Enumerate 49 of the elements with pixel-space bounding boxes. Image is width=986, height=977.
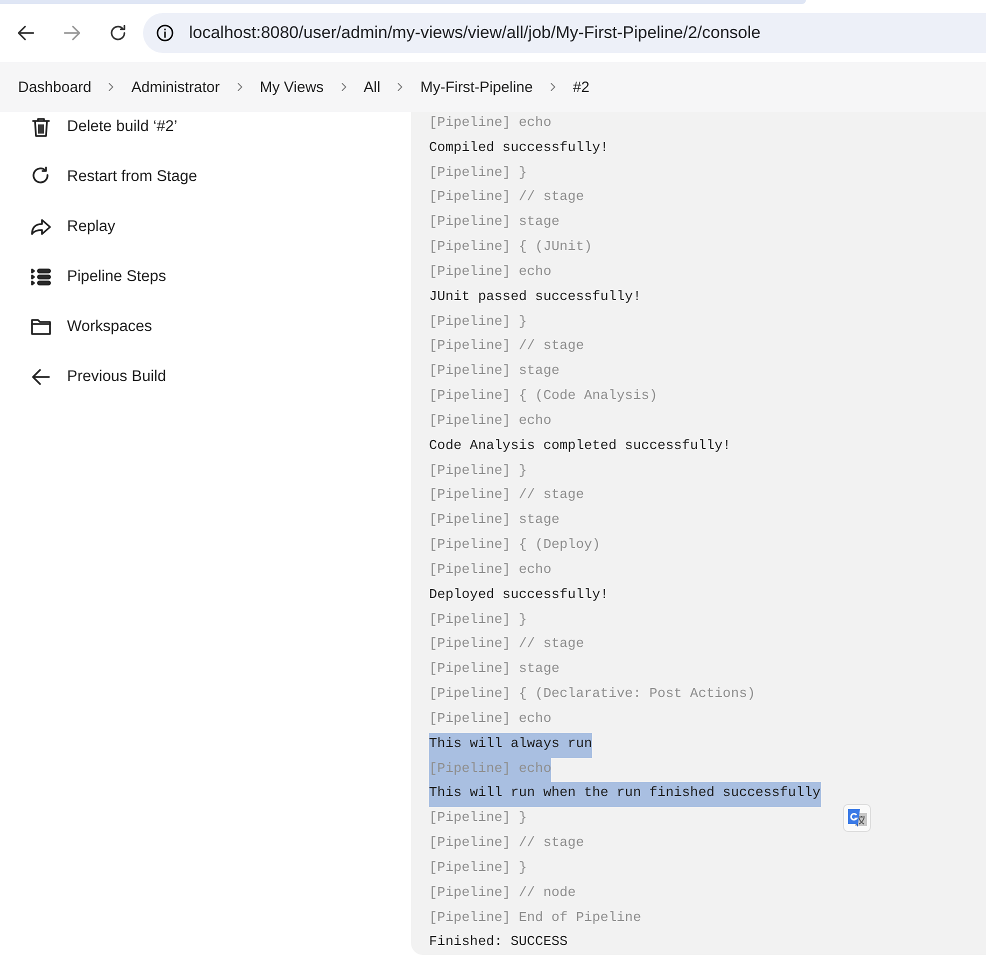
- breadcrumb-link[interactable]: My-First-Pipeline: [420, 78, 533, 96]
- pipeline-log-line: [Pipeline] { (Declarative: Post Actions): [429, 686, 756, 704]
- pipeline-log-line: [Pipeline] // stage: [429, 338, 584, 356]
- sidebar-item[interactable]: Previous Build: [0, 363, 166, 391]
- sidebar-item[interactable]: Replay: [0, 213, 116, 241]
- pipeline-log-line: [Pipeline] stage: [429, 363, 560, 382]
- pipeline-log-line: [Pipeline] // stage: [429, 487, 584, 506]
- sidebar-item[interactable]: Delete build ‘#2’: [0, 113, 178, 141]
- pipeline-log-line: [Pipeline] }: [429, 810, 527, 828]
- log-line: Code Analysis completed successfully!: [429, 438, 731, 456]
- pipeline-log-line: [Pipeline] echo: [429, 562, 552, 580]
- pipeline-log-line: [Pipeline] End of Pipeline: [429, 910, 642, 928]
- log-line: Deployed successfully!: [429, 586, 608, 605]
- breadcrumb-link[interactable]: Dashboard: [18, 78, 92, 96]
- trash-icon: [29, 115, 53, 139]
- pipeline-log-line: [Pipeline] // node: [429, 884, 576, 903]
- url-text: localhost:8080/user/admin/my-views/view/all/job/My-First-Pipeline/2/console: [189, 23, 761, 43]
- pipeline-log-line: [Pipeline] }: [429, 314, 527, 332]
- address-bar[interactable]: localhost:8080/user/admin/my-views/view/all/job/My-First-Pipeline/2/console: [143, 13, 986, 53]
- pipeline-log-line: [Pipeline] stage: [429, 661, 560, 680]
- breadcrumb-link[interactable]: All: [364, 78, 380, 96]
- pipeline-log-line: [Pipeline] }: [429, 462, 527, 481]
- breadcrumb-link[interactable]: Administrator: [131, 78, 220, 96]
- sidebar-item[interactable]: Pipeline Steps: [0, 263, 166, 291]
- log-line: Compiled successfully!: [429, 140, 608, 158]
- pipeline-log-line: [Pipeline] // stage: [429, 189, 584, 208]
- pipeline-log-line: [Pipeline] }: [429, 612, 527, 630]
- pipeline-log-line: [Pipeline] { (JUnit): [429, 239, 592, 258]
- pipeline-log-line: [Pipeline] stage: [429, 214, 560, 232]
- pipeline-log-line: [Pipeline] { (Code Analysis): [429, 388, 658, 406]
- breadcrumb-link[interactable]: My Views: [260, 78, 324, 96]
- pipeline-log-line: [Pipeline] }: [429, 164, 527, 183]
- translate-button[interactable]: [843, 804, 871, 832]
- translate-icon: [846, 807, 868, 829]
- pipeline-log-line: [Pipeline] echo: [429, 710, 552, 729]
- sidebar-item[interactable]: Restart from Stage: [0, 163, 198, 191]
- pipeline-log-line: [Pipeline] { (Deploy): [429, 537, 600, 556]
- sidebar-item[interactable]: Workspaces: [0, 313, 152, 341]
- log-line: Finished: SUCCESS: [429, 934, 568, 952]
- pipeline-log-line: [Pipeline] // stage: [429, 835, 584, 854]
- pipeline-log-line: [Pipeline] echo: [429, 115, 552, 133]
- pipeline-log-line: [Pipeline] echo: [429, 412, 552, 431]
- pipeline-log-line: [Pipeline] echo: [429, 264, 552, 282]
- pipeline-log-line: [Pipeline] }: [429, 860, 527, 878]
- pipeline-log-line: [Pipeline] // stage: [429, 636, 584, 654]
- pipeline-log-line: [Pipeline] stage: [429, 512, 560, 530]
- breadcrumb-link[interactable]: #2: [572, 78, 590, 96]
- log-line: JUnit passed successfully!: [429, 288, 642, 307]
- info-icon: [155, 23, 175, 43]
